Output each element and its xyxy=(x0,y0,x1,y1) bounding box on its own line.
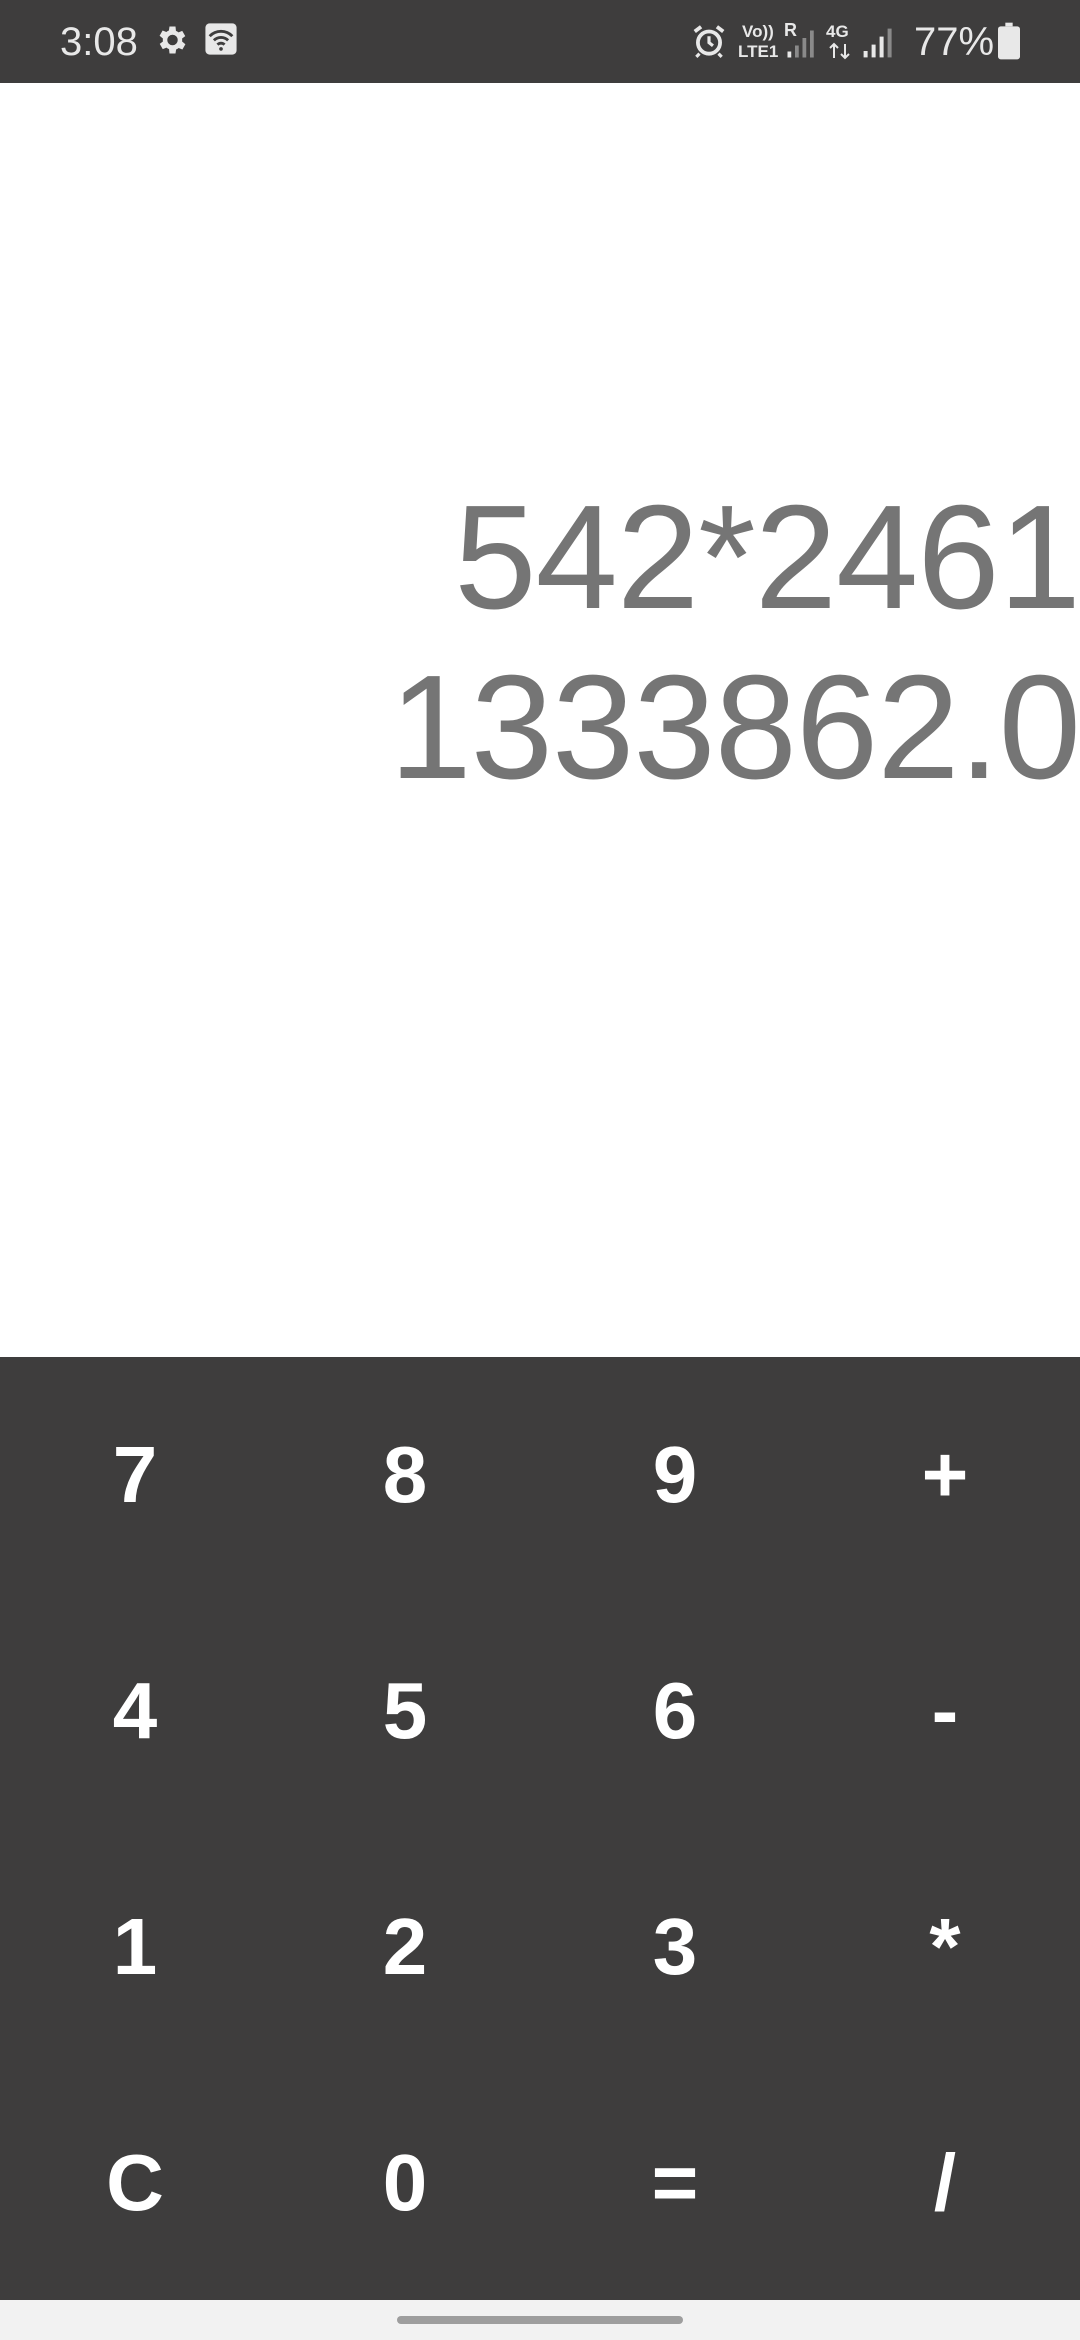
key-4-button[interactable]: 4 xyxy=(0,1593,270,1829)
key-0-button[interactable]: 0 xyxy=(270,2065,540,2300)
result-text: 1333862.0 xyxy=(389,645,1080,810)
key-label: / xyxy=(933,2137,957,2227)
signal-icon xyxy=(787,30,814,58)
key-label: C xyxy=(106,2137,164,2227)
data-arrows-icon xyxy=(829,42,850,60)
lte-label: LTE1 xyxy=(738,42,779,61)
navigation-bar xyxy=(0,2300,1080,2340)
key-label: 8 xyxy=(382,1430,428,1519)
key-8-button[interactable]: 8 xyxy=(270,1357,540,1593)
battery-icon xyxy=(998,22,1020,60)
add-button[interactable]: + xyxy=(810,1357,1080,1593)
key-label: 9 xyxy=(652,1430,698,1519)
multiply-button[interactable]: * xyxy=(810,1829,1080,2065)
gear-icon xyxy=(159,26,186,54)
key-3-button[interactable]: 3 xyxy=(540,1829,810,2065)
calculator-display: 542*2461 1333862.0 xyxy=(0,83,1080,1357)
key-label: 1 xyxy=(112,1902,158,1991)
key-label: 2 xyxy=(382,1902,428,1991)
calculator-screen: 3:08 Vo)) LTE1 R 4G 77% 542*2461 1333862… xyxy=(0,0,1080,2340)
key-label: + xyxy=(921,1430,969,1519)
alarm-icon xyxy=(693,25,725,58)
key-2-button[interactable]: 2 xyxy=(270,1829,540,2065)
home-gesture-handle[interactable] xyxy=(397,2316,683,2324)
key-label: 6 xyxy=(652,1666,698,1755)
key-9-button[interactable]: 9 xyxy=(540,1357,810,1593)
key-label: 3 xyxy=(652,1902,698,1991)
battery-percent: 77% xyxy=(914,20,995,64)
clear-button[interactable]: C xyxy=(0,2065,270,2300)
key-6-button[interactable]: 6 xyxy=(540,1593,810,1829)
signal-icon xyxy=(863,28,892,58)
keypad: 7 8 9 + 4 5 6 - 1 2 3 * C 0 = / xyxy=(0,1357,1080,2300)
key-label: = xyxy=(651,2137,699,2227)
key-label: 5 xyxy=(382,1666,428,1755)
subtract-button[interactable]: - xyxy=(810,1593,1080,1829)
key-label: 4 xyxy=(112,1666,158,1755)
key-label: * xyxy=(929,1902,961,1991)
key-label: 0 xyxy=(382,2137,428,2227)
key-5-button[interactable]: 5 xyxy=(270,1593,540,1829)
volte-label: Vo)) xyxy=(742,22,774,41)
divide-button[interactable]: / xyxy=(810,2065,1080,2300)
key-label: 7 xyxy=(112,1430,158,1519)
status-time: 3:08 xyxy=(60,20,138,64)
expression-text: 542*2461 xyxy=(454,475,1080,640)
key-label: - xyxy=(931,1666,959,1755)
equals-button[interactable]: = xyxy=(540,2065,810,2300)
key-7-button[interactable]: 7 xyxy=(0,1357,270,1593)
wifi-calling-icon xyxy=(205,23,237,55)
status-bar: 3:08 Vo)) LTE1 R 4G 77% xyxy=(0,0,1080,83)
network-type-label: 4G xyxy=(826,22,849,41)
key-1-button[interactable]: 1 xyxy=(0,1829,270,2065)
